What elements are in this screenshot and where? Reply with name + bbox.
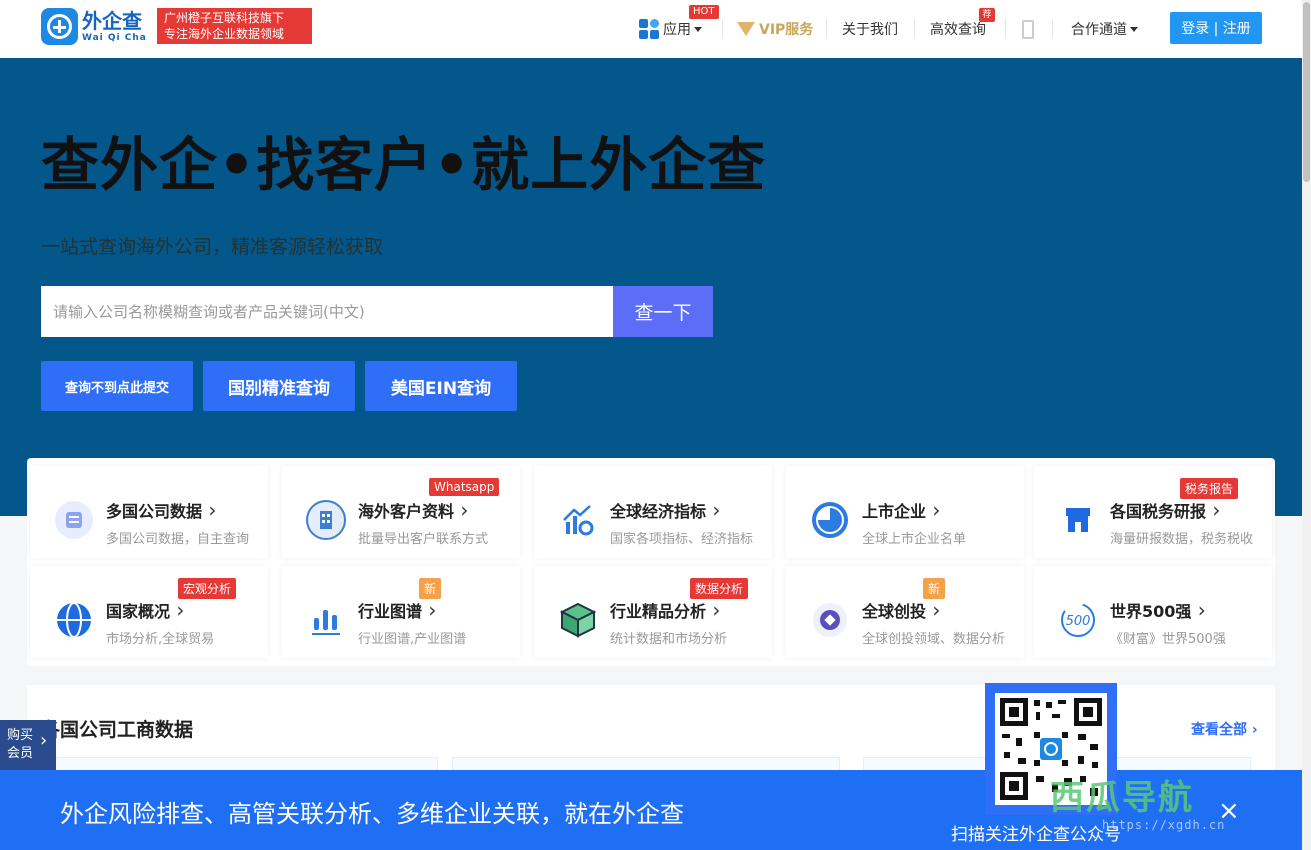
building-icon	[306, 500, 346, 540]
feature-cards: 多国公司数据 多国公司数据，自主查询 海外客户资料 批量导出客户联系方式 Wha…	[27, 458, 1275, 666]
apps-grid-icon	[639, 19, 659, 39]
new-tag: 新	[923, 578, 946, 599]
site-logo[interactable]: 外企查 Wai Qi Cha	[41, 8, 147, 45]
view-all-link[interactable]: 查看全部 ›	[1191, 719, 1258, 739]
buy-label: 购买	[7, 728, 34, 743]
bar-chart-icon	[312, 610, 340, 635]
whatsapp-tag: Whatsapp	[429, 478, 500, 496]
card-global-venture[interactable]: 全球创投 全球创投领域、数据分析 新	[786, 566, 1024, 658]
card-title: 海外客户资料	[358, 498, 468, 522]
chevron-down-icon	[694, 26, 702, 32]
nav-about[interactable]: 关于我们	[842, 0, 898, 58]
hot-badge: HOT	[689, 5, 719, 19]
chart-gear-icon	[563, 505, 594, 536]
card-overseas-clients[interactable]: 海外客户资料 批量导出客户联系方式 Whatsapp	[282, 466, 520, 558]
card-tax-reports[interactable]: 各国税务研报 海量研报数据，税务税收 税务报告	[1034, 466, 1272, 558]
tax-report-tag: 税务报告	[1180, 478, 1239, 499]
card-desc: 海量研报数据，税务税收	[1110, 532, 1254, 547]
venture-icon	[813, 603, 847, 637]
svg-text:500: 500	[1066, 614, 1091, 629]
globe-icon	[41, 8, 78, 45]
card-desc: 国家各项指标、经济指标	[610, 532, 754, 547]
pie-chart-icon	[812, 502, 848, 538]
slogan-line1: 广州橙子互联科技旗下	[164, 11, 285, 25]
member-label: 会员	[7, 746, 34, 761]
submit-missing-button[interactable]: 查询不到点此提交	[41, 361, 193, 411]
ein-query-button[interactable]: 美国EIN查询	[365, 361, 517, 411]
new-tag: 新	[419, 578, 442, 599]
card-title: 世界500强	[1110, 598, 1206, 622]
scrollbar-thumb[interactable]	[1303, 2, 1310, 182]
slogan-box: 广州橙子互联科技旗下 专注海外企业数据领域	[157, 8, 312, 44]
nav-vip-label: VIP服务	[759, 22, 814, 38]
card-economic-indicators[interactable]: 全球经济指标 国家各项指标、经济指标	[534, 466, 772, 558]
nav-divider	[1052, 20, 1053, 38]
card-desc: 市场分析,全球贸易	[106, 632, 215, 647]
logo-name: 外企查	[82, 8, 142, 33]
nav-apps-label: 应用	[663, 22, 691, 38]
nav-divider	[722, 20, 723, 38]
hero-section: 查外企•找客户•就上外企查 一站式查询海外公司，精准客源轻松获取 查一下 查询不…	[0, 58, 1302, 516]
macro-tag: 宏观分析	[178, 578, 237, 599]
chevron-down-icon	[1130, 26, 1138, 32]
page-scrollbar[interactable]	[1302, 0, 1311, 850]
card-title: 行业图谱	[358, 598, 436, 622]
card-desc: 行业图谱,产业图谱	[358, 632, 467, 647]
card-desc: 多国公司数据，自主查询	[106, 532, 250, 547]
card-desc: 《财富》世界500强	[1110, 632, 1226, 647]
nav-divider	[914, 20, 915, 38]
card-industry-map[interactable]: 行业图谱 行业图谱,产业图谱 新	[282, 566, 520, 658]
card-title: 各国税务研报	[1110, 498, 1220, 522]
slogan-line2: 专注海外企业数据领域	[164, 27, 285, 41]
search-button[interactable]: 查一下	[613, 286, 713, 337]
phone-icon	[1022, 19, 1034, 39]
card-desc: 统计数据和市场分析	[610, 632, 728, 647]
card-desc: 批量导出客户联系方式	[358, 532, 489, 547]
nav-apps[interactable]: 应用 HOT	[639, 0, 719, 58]
fortune-500-icon: 500	[1061, 603, 1095, 637]
list-icon	[55, 501, 93, 539]
country-query-button[interactable]: 国别精准查询	[203, 361, 355, 411]
nav-efficient-query[interactable]: 高效查询 荐	[930, 0, 995, 58]
card-industry-analysis[interactable]: 行业精品分析 统计数据和市场分析 数据分析	[534, 566, 772, 658]
login-register-button[interactable]: 登录 | 注册	[1170, 12, 1262, 44]
watermark-url: https://xgdh.cn	[1102, 818, 1226, 832]
diamond-icon	[737, 22, 755, 36]
data-analysis-tag: 数据分析	[690, 578, 749, 599]
store-icon	[1066, 508, 1090, 532]
top-header: 外企查 Wai Qi Cha 广州橙子互联科技旗下 专注海外企业数据领域 应用 …	[0, 0, 1302, 58]
card-desc: 全球创投领域、数据分析	[862, 632, 1006, 647]
card-title: 多国公司数据	[106, 498, 216, 522]
globe-icon	[57, 602, 91, 638]
cube-icon	[559, 602, 597, 638]
nav-query-label: 高效查询	[930, 22, 986, 38]
recommend-badge: 荐	[979, 8, 995, 22]
nav-mobile[interactable]	[1022, 0, 1034, 58]
qr-caption: 扫描关注外企查公众号	[951, 825, 1121, 845]
nav-cooperation[interactable]: 合作通道	[1071, 0, 1138, 58]
view-all-label: 查看全部	[1191, 722, 1247, 738]
nav-vip[interactable]: VIP服务	[737, 0, 813, 58]
nav-coop-label: 合作通道	[1071, 22, 1127, 38]
nav-divider	[826, 20, 827, 38]
buy-membership-tab[interactable]: 购买 会员	[0, 720, 56, 770]
card-title: 上市企业	[862, 498, 940, 522]
logo-pinyin: Wai Qi Cha	[82, 32, 147, 43]
card-title: 全球创投	[862, 598, 940, 622]
nav-divider	[1005, 20, 1006, 38]
card-listed-companies[interactable]: 上市企业 全球上市企业名单	[786, 466, 1024, 558]
hero-title: 查外企•找客户•就上外企查	[41, 131, 767, 199]
search-input[interactable]	[41, 286, 613, 337]
card-title: 全球经济指标	[610, 498, 720, 522]
card-desc: 全球上市企业名单	[862, 532, 967, 547]
card-country-overview[interactable]: 国家概况 市场分析,全球贸易 宏观分析	[30, 566, 268, 658]
card-title: 行业精品分析	[610, 598, 720, 622]
card-multi-company[interactable]: 多国公司数据 多国公司数据，自主查询	[30, 466, 268, 558]
banner-text: 外企风险排查、高管关联分析、多维企业关联，就在外企查	[60, 800, 684, 828]
card-title: 国家概况	[106, 598, 184, 622]
watermark-text: 西瓜导航	[1050, 778, 1194, 818]
section-title: 各国公司工商数据	[41, 719, 194, 741]
card-fortune-500[interactable]: 500 世界500强 《财富》世界500强	[1034, 566, 1272, 658]
hero-subtitle: 一站式查询海外公司，精准客源轻松获取	[41, 236, 384, 258]
